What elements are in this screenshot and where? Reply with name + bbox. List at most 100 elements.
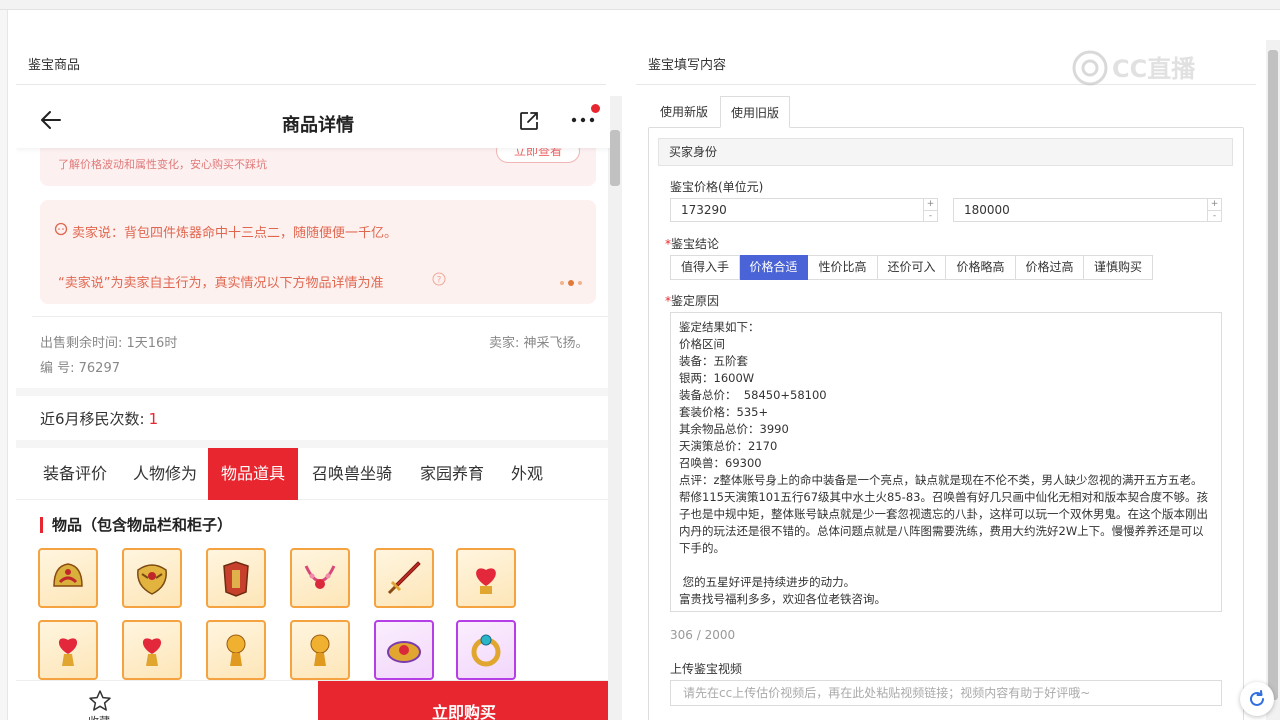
browser-bookmarks-strip	[0, 0, 1280, 10]
divider	[16, 440, 610, 448]
price-label: 鉴宝价格(单位元)	[670, 180, 764, 194]
left-panel-title: 鉴宝商品	[28, 58, 81, 73]
tab-equipment[interactable]: 装备评价	[30, 448, 120, 500]
decrement-button[interactable]: -	[923, 210, 937, 221]
product-header: 商品详情	[16, 96, 610, 148]
increment-button[interactable]: +	[923, 199, 937, 210]
tab-character[interactable]: 人物修为	[120, 448, 210, 500]
more-icon[interactable]	[570, 112, 596, 128]
items-section-title: 物品（包含物品栏和柜子）	[52, 516, 233, 534]
tab-summons[interactable]: 召唤兽坐骑	[300, 448, 404, 500]
item-gold-trophy[interactable]	[206, 620, 266, 680]
divider	[16, 388, 610, 396]
reason-line: 装备：五阶套	[679, 354, 748, 368]
price-max-value: 180000	[964, 203, 1010, 217]
ring-icon	[471, 634, 501, 667]
heart-trophy-icon	[142, 638, 162, 666]
conclusion-option-high-value[interactable]: 性价比高	[808, 255, 878, 280]
item-helmet[interactable]	[38, 548, 98, 608]
increment-button[interactable]: +	[1207, 199, 1221, 210]
reason-line: 召唤兽：69300	[679, 456, 762, 470]
watermark-text: CC直播	[1112, 55, 1196, 83]
price-min-input[interactable]: 173290 + -	[670, 198, 938, 222]
item-mask[interactable]	[122, 548, 182, 608]
price-max-input[interactable]: 180000 + -	[953, 198, 1222, 222]
buy-now-button[interactable]: 立即购买	[318, 681, 610, 720]
time-left: 出售剩余时间: 1天16时	[40, 336, 178, 351]
seller-says-disclaimer: “卖家说”为卖家自主行为，真实情况以下方物品详情为准	[58, 276, 384, 291]
floating-translate-button[interactable]	[1240, 682, 1274, 716]
reason-textarea[interactable]: 鉴定结果如下： 价格区间 装备：五阶套 银两：1600W 装备总价： 58450…	[670, 312, 1222, 612]
reason-line	[679, 557, 1213, 574]
reason-line: 天演策总价：2170	[679, 439, 778, 453]
svg-text:?: ?	[437, 276, 442, 286]
seller-says-text: 卖家说：背包四件炼器命中十三点二，随随便便一千亿。	[72, 226, 398, 241]
item-armor[interactable]	[206, 548, 266, 608]
video-link-input[interactable]: 请先在cc上传估价视频后，再在此处粘贴视频链接；视频内容有助于好评哦~	[670, 680, 1222, 706]
star-icon[interactable]	[88, 689, 112, 713]
right-scrollbar-thumb[interactable]	[1268, 50, 1278, 700]
item-sword[interactable]	[374, 548, 434, 608]
reason-label: *鉴定原因	[665, 294, 720, 308]
detail-tabs: 装备评价 人物修为 物品道具 召唤兽坐骑 家园养育 外观	[16, 448, 610, 500]
necklace-icon	[304, 565, 336, 589]
seller-name: 卖家: 神采飞扬。	[489, 336, 589, 351]
item-heart-trophy[interactable]	[38, 620, 98, 680]
loading-dots-icon	[560, 280, 582, 286]
reason-line: 您的五星好评是持续进步的动力。	[679, 575, 856, 589]
reason-line: 点评：z整体账号身上的命中装备是一个亮点，缺点就是现在不伦不类，男人缺少忽视的满…	[679, 473, 1208, 555]
right-panel-title: 鉴宝填写内容	[648, 58, 727, 73]
helmet-icon	[53, 563, 83, 587]
refresh-icon	[1250, 690, 1264, 706]
item-gold-trophy[interactable]	[290, 620, 350, 680]
migration-label: 近6月移民次数:	[40, 410, 145, 428]
conclusion-option-cautious[interactable]: 谨慎购买	[1084, 255, 1153, 280]
mask-icon	[137, 564, 167, 595]
reason-line: 鉴定结果如下：	[679, 320, 760, 334]
armor-icon	[223, 561, 249, 597]
share-icon[interactable]	[518, 110, 540, 132]
tab-appearance[interactable]: 外观	[500, 448, 554, 500]
cc-live-watermark: CC直播	[1072, 50, 1196, 86]
gold-trophy-icon	[310, 634, 330, 666]
conclusion-option-bargain[interactable]: 还价可入	[878, 255, 946, 280]
divider	[32, 316, 608, 317]
item-purple-crown[interactable]	[374, 620, 434, 680]
conclusion-option-worth-buying[interactable]: 值得入手	[670, 255, 740, 280]
crown-icon	[387, 641, 421, 663]
conclusion-option-slightly-high[interactable]: 价格略高	[946, 255, 1016, 280]
decrement-button[interactable]: -	[1207, 210, 1221, 221]
char-count: 306 / 2000	[670, 628, 736, 642]
help-icon[interactable]: ?	[432, 272, 446, 286]
migration-count-value: 1	[148, 410, 159, 428]
divider	[16, 84, 606, 85]
left-scrollbar-thumb[interactable]	[610, 130, 620, 186]
migration-count: 近6月移民次数: 1	[40, 408, 158, 429]
left-scrollbar[interactable]	[608, 96, 622, 720]
heart-trophy-icon	[58, 638, 78, 666]
video-label: 上传鉴宝视频	[670, 662, 743, 676]
tab-new-version[interactable]: 使用新版	[650, 96, 718, 128]
notification-dot	[591, 104, 600, 113]
tab-old-version[interactable]: 使用旧版	[720, 96, 791, 128]
item-heart-trophy[interactable]	[122, 620, 182, 680]
reason-line: 套装价格：535+	[679, 405, 769, 419]
left-edge-strip	[0, 10, 8, 720]
seller-says-card: 卖家说：背包四件炼器命中十三点二，随随便便一千亿。 “卖家说”为卖家自主行为，真…	[40, 200, 596, 304]
item-heart-amulet[interactable]	[456, 548, 516, 608]
item-necklace[interactable]	[290, 548, 350, 608]
gold-trophy-icon	[226, 634, 246, 666]
conclusion-label: *鉴宝结论	[665, 237, 720, 251]
bottom-action-bar: 收藏 立即购买	[16, 680, 610, 720]
reason-line: 银两：1600W	[679, 371, 755, 385]
serial-number: 编 号: 76297	[40, 361, 120, 376]
reason-line: 富贵找号福利多多，欢迎各位老铁咨询。	[679, 592, 886, 606]
price-trend-text: 了解价格波动和属性变化，安心购买不踩坑	[58, 158, 267, 171]
tab-home[interactable]: 家园养育	[404, 448, 500, 500]
conclusion-option-fair-price[interactable]: 价格合适	[740, 255, 808, 280]
tab-items[interactable]: 物品道具	[208, 448, 298, 500]
conclusion-option-too-high[interactable]: 价格过高	[1016, 255, 1084, 280]
item-ring[interactable]	[456, 620, 516, 680]
heart-amulet-icon	[476, 568, 496, 594]
reason-line: 其余物品总价：3990	[679, 422, 789, 436]
